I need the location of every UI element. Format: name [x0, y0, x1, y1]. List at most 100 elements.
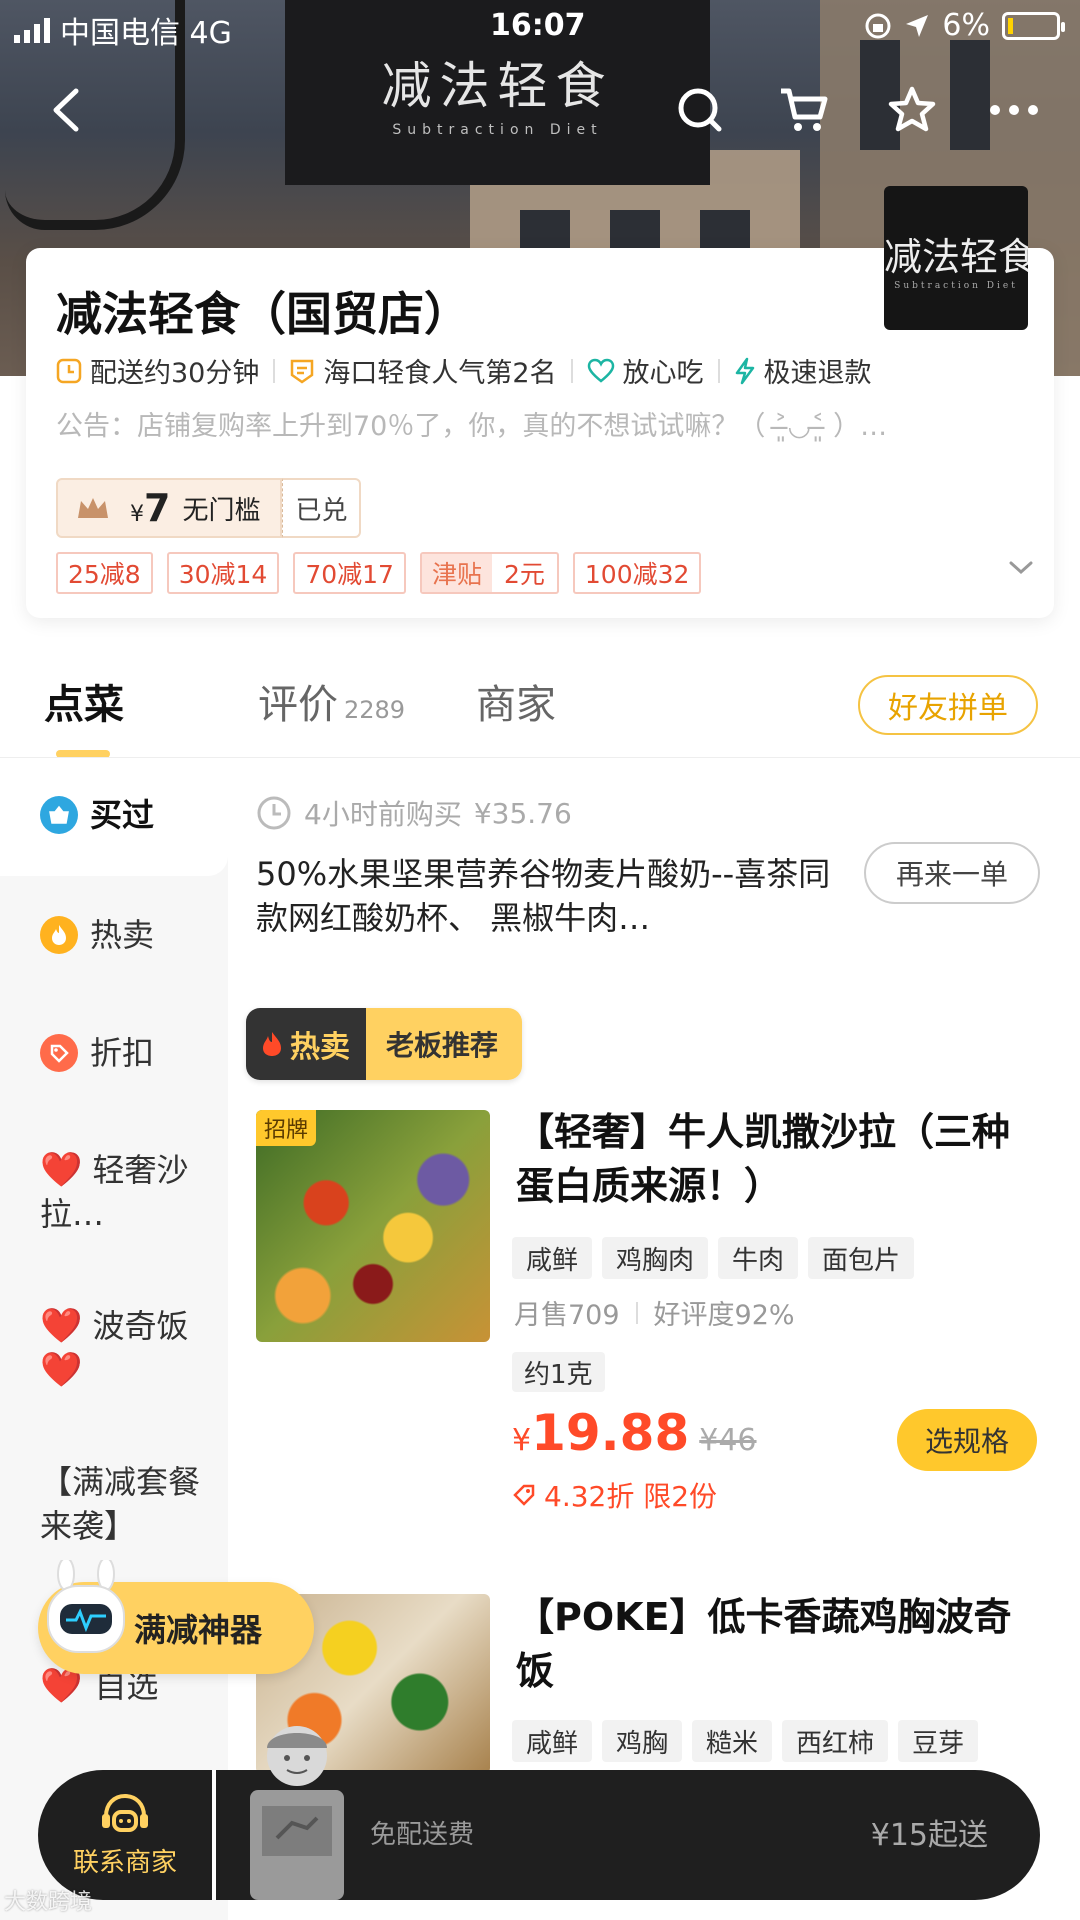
signal-icon — [14, 17, 50, 43]
sidebar-item-bought[interactable]: 买过 — [40, 793, 154, 837]
reorder-button[interactable]: 再来一单 — [864, 842, 1040, 904]
sidebar-item-poke[interactable]: ❤️ 波奇饭 ❤️ — [40, 1304, 210, 1392]
dish-discount: 4.32折 限2份 — [512, 1475, 717, 1515]
dish-tag: 豆芽 — [898, 1720, 979, 1762]
store-coupon[interactable]: ¥7 无门槛 已兑 — [56, 478, 362, 538]
ranking-tag[interactable]: 海口轻食人气第2名 — [289, 351, 557, 390]
boss-recommend-text: 老板推荐 — [366, 1008, 523, 1080]
delivery-rider-icon — [250, 1726, 344, 1900]
store-logo: 减法轻食 Subtraction Diet — [884, 186, 1028, 330]
sign-chinese: 减法轻食 — [381, 57, 614, 115]
dish-title[interactable]: 【POKE】低卡香蔬鸡胸波奇饭 — [516, 1590, 1036, 1698]
subsidy-label: 津贴 — [421, 554, 492, 592]
safe-food-tag[interactable]: 放心吃 — [587, 351, 704, 390]
ranking-badge-icon — [291, 359, 314, 384]
safe-food-text: 放心吃 — [622, 358, 704, 389]
rating: 好评度92% — [653, 1300, 795, 1331]
tag-divider — [273, 358, 276, 383]
hot-badge: 热卖 — [246, 1008, 366, 1080]
tag-divider — [717, 358, 720, 383]
ranking-text: 海口轻食人气第2名 — [323, 358, 557, 389]
hot-text: 热卖 — [290, 1030, 350, 1065]
logo-english: Subtraction Diet — [894, 281, 1018, 291]
clock-icon — [56, 358, 82, 383]
dish-tag: 西红柿 — [782, 1720, 889, 1762]
purchase-price: ¥35.76 — [473, 796, 572, 830]
select-spec-button[interactable]: 选规格 — [897, 1409, 1037, 1471]
store-name: 减法轻食（国贸店） — [56, 287, 470, 341]
location-icon — [906, 14, 929, 37]
customer-service-icon — [102, 1793, 148, 1832]
fast-refund-text: 极速退款 — [763, 358, 872, 389]
price-currency: ¥ — [512, 1423, 532, 1458]
last-purchase-info: 4小时前购买 ¥35.76 — [256, 793, 572, 833]
promo-tag: 100减32 — [572, 552, 702, 594]
store-tags: 配送约30分钟 海口轻食人气第2名 放心吃 极速退款 — [56, 351, 872, 390]
sidebar-item-hot[interactable]: 热卖 — [40, 913, 154, 957]
discount-tag-icon — [40, 1034, 78, 1072]
star-icon — [888, 86, 936, 132]
sidebar-item-label: 波奇饭 — [92, 1307, 189, 1345]
dish-image-caesar-salad[interactable]: 招牌 — [256, 1110, 490, 1342]
expand-promotions-button[interactable] — [1008, 560, 1034, 580]
back-button[interactable] — [36, 80, 96, 140]
fast-refund-tag[interactable]: 极速退款 — [734, 351, 872, 390]
sidebar-item-label: 热卖 — [90, 916, 155, 954]
back-arrow-icon — [53, 88, 79, 132]
sidebar-item-discount[interactable]: 折扣 — [40, 1031, 154, 1075]
promo-tag: 70减17 — [293, 552, 406, 594]
dish-stats: 月售709 好评度92% — [514, 1293, 795, 1332]
carrier-label: 中国电信 4G — [60, 16, 232, 51]
checkout-bar: 联系商家 免配送费 ¥15起送 — [38, 1726, 1040, 1900]
promo-tag: 25减8 — [56, 552, 153, 594]
sign-english: Subtraction Diet — [392, 122, 603, 138]
store-notice[interactable]: 公告：店铺复购率上升到70％了，你，真的不想试试嘛？（ ˃̶͈◡˂̶͈ ）… — [56, 404, 1026, 443]
purchase-time: 4小时前购买 — [304, 798, 462, 831]
coupon-status: 已兑 — [282, 478, 362, 538]
dish-tag: 牛肉 — [718, 1237, 799, 1279]
favorite-button[interactable] — [882, 80, 942, 140]
flame-icon — [40, 916, 78, 954]
cart-button[interactable] — [774, 80, 834, 140]
search-button[interactable] — [670, 80, 730, 140]
battery-icon — [1002, 11, 1065, 40]
contact-merchant-button[interactable]: 联系商家 — [38, 1770, 216, 1900]
tab-reviews[interactable]: 评价 2289 — [258, 672, 405, 730]
bought-basket-icon — [40, 796, 78, 834]
status-bar: 中国电信 4G 16:07 6% — [0, 0, 1080, 56]
review-count: 2289 — [344, 696, 406, 724]
coupon-description: 无门槛 — [182, 495, 261, 526]
history-clock-icon — [257, 796, 291, 830]
dish-tag: 鸡胸肉 — [602, 1237, 709, 1279]
battery-percent: 6% — [942, 8, 990, 43]
tab-merchant[interactable]: 商家 — [476, 672, 556, 730]
more-button[interactable] — [984, 80, 1044, 140]
discount-helper-button[interactable]: 满减神器 — [38, 1560, 314, 1674]
promo-tag: 30减14 — [166, 552, 280, 594]
promotion-list[interactable]: 25减8 30减14 70减17 津贴 2元 100减32 — [56, 552, 702, 594]
discount-text: 4.32折 限2份 — [544, 1480, 718, 1513]
sidebar-item-label: 买过 — [90, 796, 155, 834]
free-delivery-text: 免配送费 — [370, 1820, 475, 1850]
dish-title[interactable]: 【轻奢】牛人凯撒沙拉（三种蛋白质来源！） — [516, 1105, 1036, 1213]
sidebar-item-combo[interactable]: 【满减套餐来袭】 — [40, 1460, 210, 1548]
robot-mascot-icon — [47, 1560, 125, 1653]
group-order-button[interactable]: 好友拼单 — [858, 675, 1038, 735]
discount-tag-icon — [513, 1484, 535, 1506]
coupon-amount: ¥7 — [130, 486, 171, 530]
flame-icon — [263, 1032, 281, 1056]
tab-order[interactable]: 点菜 — [44, 672, 124, 730]
logo-chinese: 减法轻食 — [884, 235, 1028, 279]
purchased-item-name[interactable]: 50%水果坚果营养谷物麦片酸奶--喜茶同款网红酸奶杯、 黑椒牛肉… — [256, 852, 836, 940]
dish-tag: 鸡胸 — [602, 1720, 683, 1762]
heart-icon: ❤️ — [40, 1306, 83, 1346]
sidebar-item-label: 折扣 — [90, 1034, 155, 1072]
dish-tag: 咸鲜 — [512, 1720, 593, 1762]
chevron-down-icon — [1009, 561, 1033, 575]
sidebar-item-light-salad[interactable]: ❤️ 轻奢沙拉… — [40, 1148, 210, 1236]
clock: 16:07 — [490, 8, 586, 43]
heart-icon: ❤️ — [40, 1350, 83, 1390]
delivery-time-text: 配送约30分钟 — [90, 358, 260, 389]
hot-recommend-label: 热卖 老板推荐 — [246, 1008, 523, 1080]
weight-tag: 约1克 — [512, 1352, 605, 1392]
